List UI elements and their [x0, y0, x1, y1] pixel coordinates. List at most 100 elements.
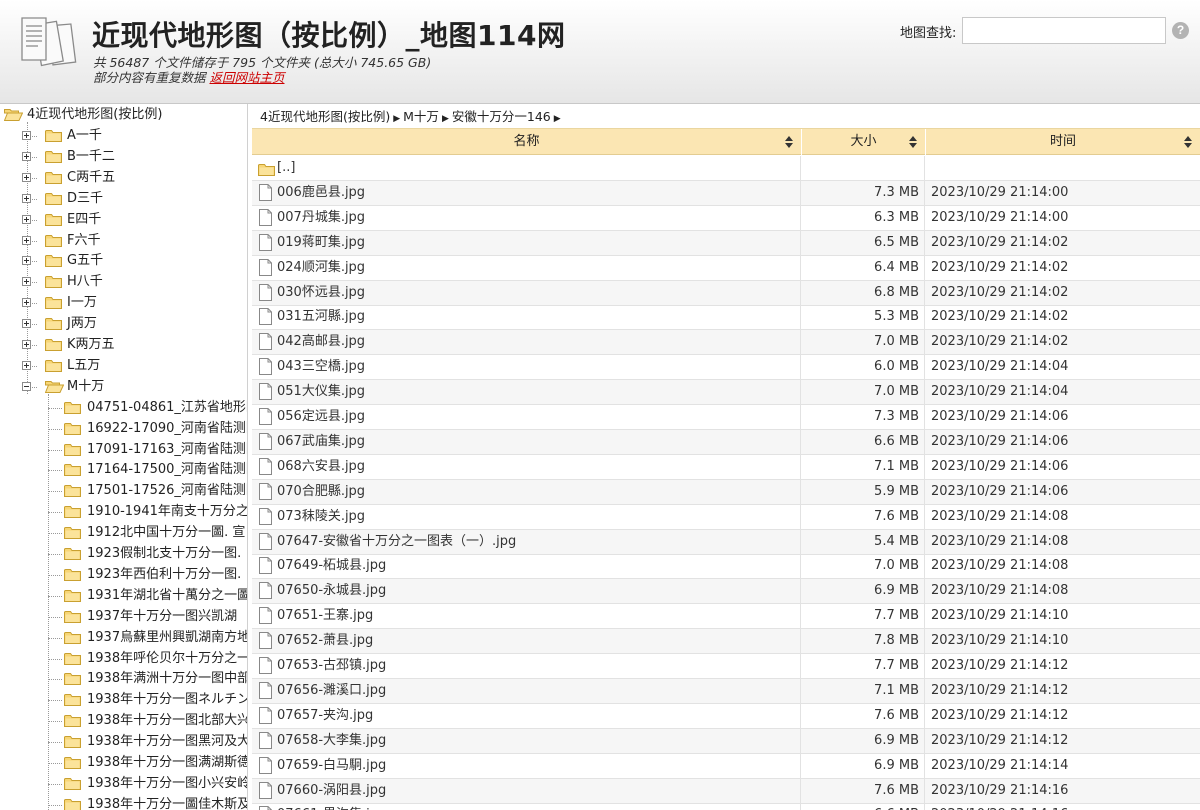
tree-item[interactable]: D三千 [0, 189, 247, 209]
tree-child-item[interactable]: 1938年呼伦贝尔十万分之一 [0, 649, 247, 669]
tree-item[interactable]: K两万五 [0, 335, 247, 355]
tree-child-item[interactable]: 17501-17526_河南省陆测图 [0, 481, 247, 501]
breadcrumb-item[interactable]: 安徽十万分一146 [452, 109, 551, 124]
file-name-link[interactable]: 030怀远县.jpg [277, 281, 365, 305]
file-name-link[interactable]: 07649-柘城县.jpg [277, 554, 386, 578]
file-name-link[interactable]: 006鹿邑县.jpg [277, 181, 365, 205]
tree-item[interactable]: L五万 [0, 356, 247, 376]
tree-item[interactable]: B一千二 [0, 147, 247, 167]
file-name-link[interactable]: 07661-界沟集.jpg [277, 803, 386, 810]
home-link[interactable]: 返回网站主页 [209, 70, 284, 85]
file-name-link[interactable]: 07659-白马駉.jpg [277, 754, 386, 778]
table-row[interactable]: 042高邮县.jpg 7.0 MB 2023/10/29 21:14:02 [252, 330, 1200, 356]
file-name-link[interactable]: 07647-安徽省十万分之一图表（一）.jpg [277, 530, 516, 554]
table-row[interactable]: 07650-永城县.jpg 6.9 MB 2023/10/29 21:14:08 [252, 579, 1200, 605]
tree-child-item[interactable]: 1938年满洲十万分一图中部 [0, 669, 247, 689]
table-row[interactable]: 024顺河集.jpg 6.4 MB 2023/10/29 21:14:02 [252, 255, 1200, 281]
file-name-link[interactable]: 043三空橋.jpg [277, 355, 365, 379]
parent-dir-row[interactable]: [..] [252, 156, 1200, 181]
file-name-link[interactable]: 073秣陵关.jpg [277, 505, 365, 529]
tree-child-item[interactable]: 1938年十万分一图黑河及大 [0, 732, 247, 752]
tree-child-item[interactable]: 1937年十万分一图兴凯湖 [0, 607, 247, 627]
table-row[interactable]: 019蒋町集.jpg 6.5 MB 2023/10/29 21:14:02 [252, 230, 1200, 256]
tree-item[interactable]: I一万 [0, 293, 247, 313]
sort-icon[interactable] [909, 136, 917, 148]
expand-icon[interactable] [22, 235, 31, 245]
expand-icon[interactable] [22, 298, 31, 308]
table-row[interactable]: 006鹿邑县.jpg 7.3 MB 2023/10/29 21:14:00 [252, 180, 1200, 206]
table-row[interactable]: 030怀远县.jpg 6.8 MB 2023/10/29 21:14:02 [252, 280, 1200, 306]
file-name-link[interactable]: 031五河縣.jpg [277, 305, 365, 329]
file-name-link[interactable]: 07652-萧县.jpg [277, 629, 373, 653]
table-row[interactable]: 07661-界沟集.jpg 6.6 MB2023/10/29 21:14:16 [252, 803, 1200, 810]
file-name-link[interactable]: 019蒋町集.jpg [277, 231, 365, 255]
file-name-link[interactable]: 024顺河集.jpg [277, 256, 365, 280]
expand-icon[interactable] [22, 193, 31, 203]
expand-icon[interactable] [22, 277, 31, 287]
help-icon[interactable]: ? [1172, 22, 1189, 39]
search-input[interactable] [962, 17, 1166, 44]
tree-child-item[interactable]: 1910-1941年南支十万分之一 [0, 502, 247, 522]
file-name-link[interactable]: 07658-大李集.jpg [277, 729, 386, 753]
tree-child-item[interactable]: 1937烏蘇里州興凱湖南方地 [0, 628, 247, 648]
tree-child-item[interactable]: 1923假制北支十万分一图. [0, 544, 247, 564]
tree-item[interactable]: E四千 [0, 210, 247, 230]
tree-child-item[interactable]: 1912北中国十万分一圖. 宣 [0, 523, 247, 543]
tree-item[interactable]: H八千 [0, 272, 247, 292]
tree-item[interactable]: J两万 [0, 314, 247, 334]
table-row[interactable]: 07647-安徽省十万分之一图表（一）.jpg 5.4 MB 2023/10/29 … [252, 529, 1200, 555]
file-name-link[interactable]: 07650-永城县.jpg [277, 579, 386, 603]
expand-icon[interactable] [22, 131, 31, 140]
tree-child-item[interactable]: 17091-17163_河南省陆测图 [0, 440, 247, 460]
file-name-link[interactable]: 07660-涡阳县.jpg [277, 779, 386, 803]
file-name-link[interactable]: 007丹城集.jpg [277, 206, 365, 230]
file-name-link[interactable]: 051大仪集.jpg [277, 380, 365, 404]
column-size-header[interactable]: 大小 [802, 129, 926, 155]
table-row[interactable]: 07656-濉溪口.jpg 7.1 MB 2023/10/29 21:14:12 [252, 678, 1200, 704]
file-name-link[interactable]: 042高邮县.jpg [277, 330, 365, 354]
tree-child-item[interactable]: 17164-17500_河南省陆测图 [0, 460, 247, 480]
table-row[interactable]: 07653-古邳镇.jpg 7.7 MB 2023/10/29 21:14:12 [252, 654, 1200, 679]
column-time-header[interactable]: 时间 [926, 129, 1200, 155]
expand-icon[interactable] [22, 172, 31, 182]
expand-icon[interactable] [22, 151, 31, 161]
file-name-link[interactable]: 07656-濉溪口.jpg [277, 679, 386, 703]
tree-item[interactable]: G五千 [0, 251, 247, 271]
file-name-link[interactable]: 068六安县.jpg [277, 455, 365, 479]
column-name-header[interactable]: 名称 [252, 129, 802, 155]
table-row[interactable]: 073秣陵关.jpg 7.6 MB 2023/10/29 21:14:08 [252, 504, 1200, 530]
file-name-link[interactable]: 07651-王寨.jpg [277, 604, 373, 628]
tree-item[interactable]: M十万 [0, 377, 247, 397]
table-row[interactable]: 07649-柘城县.jpg 7.0 MB 2023/10/29 21:14:08 [252, 554, 1200, 580]
table-row[interactable]: 067武庙集.jpg 6.6 MB 2023/10/29 21:14:06 [252, 429, 1200, 455]
table-row[interactable]: 056定远县.jpg 7.3 MB 2023/10/29 21:14:06 [252, 405, 1200, 430]
collapse-icon[interactable] [22, 381, 31, 391]
tree-child-item[interactable]: 1938年十万分一图小兴安岭 [0, 774, 247, 794]
tree-child-item[interactable]: 1938年十万分一图满湖斯德 [0, 753, 247, 773]
file-name-link[interactable]: 07653-古邳镇.jpg [277, 654, 386, 678]
tree-child-item[interactable]: 1938年十万分一圖佳木斯及 [0, 795, 247, 810]
file-name-link[interactable]: 056定远县.jpg [277, 405, 365, 429]
table-row[interactable]: 051大仪集.jpg 7.0 MB 2023/10/29 21:14:04 [252, 380, 1200, 406]
file-name-link[interactable]: 07657-夹沟.jpg [277, 704, 373, 728]
tree-child-item[interactable]: 04751-04861_江苏省地形图 [0, 398, 247, 418]
tree-child-item[interactable]: 1938年十万分一图北部大兴 [0, 711, 247, 731]
table-row[interactable]: 07657-夹沟.jpg 7.6 MB 2023/10/29 21:14:12 [252, 703, 1200, 729]
tree-child-item[interactable]: 1923年西伯利十万分一图. [0, 565, 247, 585]
tree-item[interactable]: F六千 [0, 231, 247, 251]
file-name-link[interactable]: 067武庙集.jpg [277, 430, 365, 454]
tree-child-item[interactable]: 1931年湖北省十萬分之一圖 [0, 586, 247, 606]
table-row[interactable]: 043三空橋.jpg 6.0 MB 2023/10/29 21:14:04 [252, 355, 1200, 381]
table-row[interactable]: 07660-涡阳县.jpg 7.6 MB 2023/10/29 21:14:16 [252, 778, 1200, 804]
table-row[interactable]: 07658-大李集.jpg 6.9 MB 2023/10/29 21:14:12 [252, 728, 1200, 754]
tree-child-item[interactable]: 16922-17090_河南省陆测图 [0, 419, 247, 439]
table-row[interactable]: 07651-王寨.jpg 7.7 MB 2023/10/29 21:14:10 [252, 604, 1200, 630]
sort-icon[interactable] [1184, 136, 1192, 148]
expand-icon[interactable] [22, 319, 31, 329]
tree-item[interactable]: A一千 [0, 126, 247, 146]
expand-icon[interactable] [22, 360, 31, 370]
expand-icon[interactable] [22, 214, 31, 224]
file-name-link[interactable]: 070合肥縣.jpg [277, 480, 365, 504]
table-row[interactable]: 031五河縣.jpg 5.3 MB 2023/10/29 21:14:02 [252, 305, 1200, 331]
tree-item[interactable]: C两千五 [0, 168, 247, 188]
